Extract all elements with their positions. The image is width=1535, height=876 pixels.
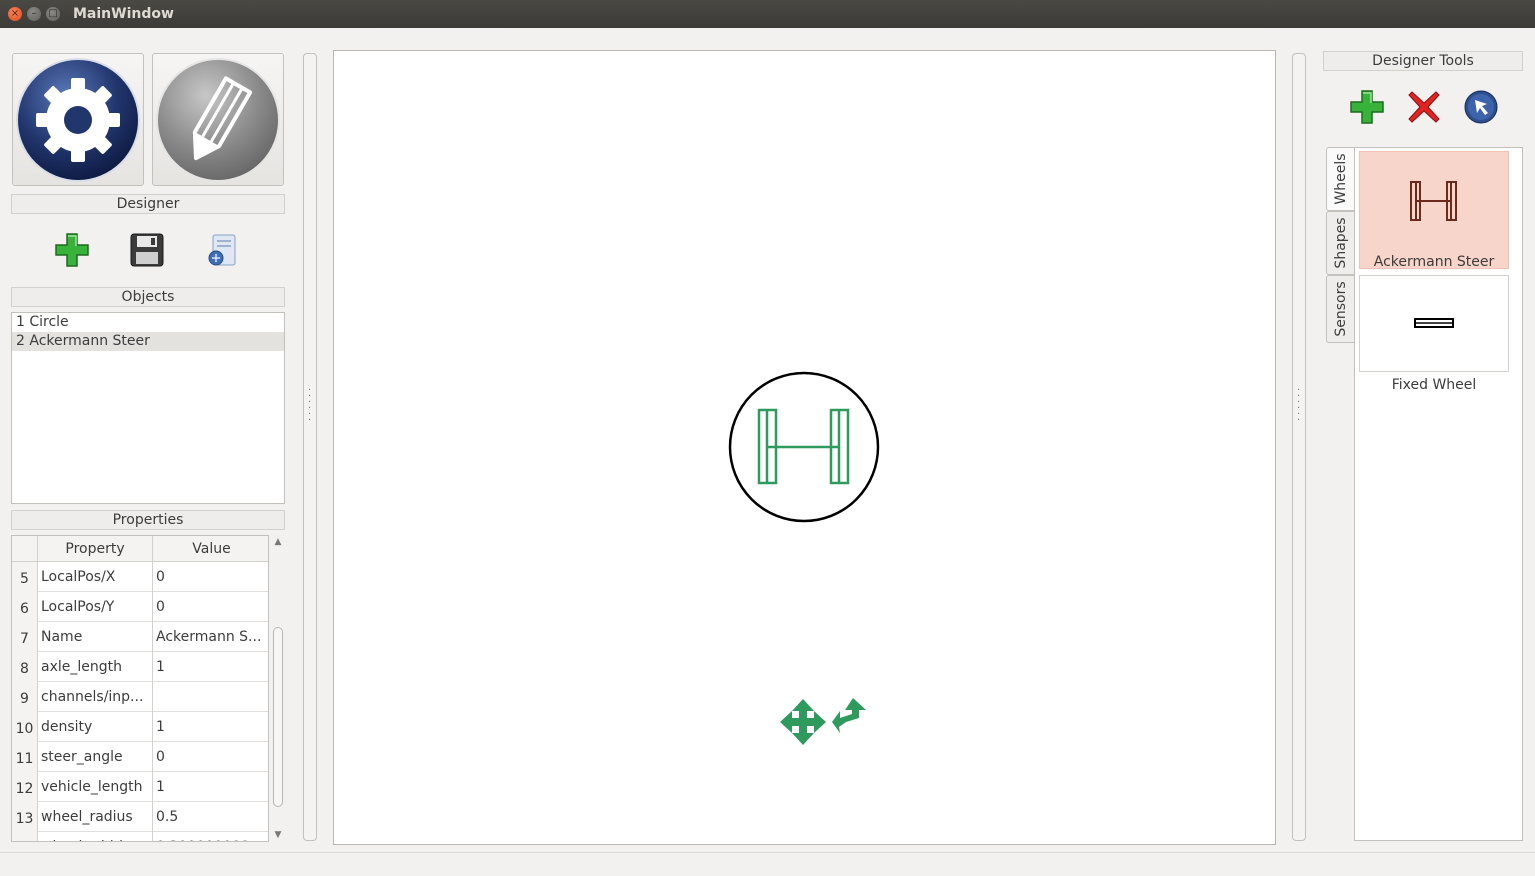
property-name: wheel_width	[38, 832, 153, 841]
fixed-wheel-icon	[1414, 318, 1454, 328]
add-object-button[interactable]	[54, 232, 90, 268]
property-value[interactable]: 0.5	[153, 802, 268, 832]
scrollbar-thumb[interactable]	[273, 627, 283, 807]
table-row[interactable]: 6 LocalPos/Y 0	[12, 592, 268, 622]
title-bar: × – □ MainWindow	[0, 0, 1535, 28]
row-number: 14	[12, 832, 38, 841]
maximize-window-button[interactable]: □	[46, 7, 60, 21]
property-value[interactable]: 0	[153, 562, 268, 592]
property-value[interactable]: 1	[153, 712, 268, 742]
property-name: axle_length	[38, 652, 153, 682]
ackermann-steer-icon	[1410, 181, 1457, 221]
objects-list[interactable]: 1 Circle 2 Ackermann Steer	[11, 312, 285, 504]
status-bar	[0, 852, 1535, 876]
property-name: density	[38, 712, 153, 742]
property-name: wheel_radius	[38, 802, 153, 832]
tab-wheels[interactable]: Wheels	[1326, 147, 1354, 211]
table-row[interactable]: 5 LocalPos/X 0	[12, 562, 268, 592]
property-name: steer_angle	[38, 742, 153, 772]
tool-label: Fixed Wheel	[1391, 377, 1477, 393]
left-splitter-handle[interactable]	[303, 53, 317, 841]
property-name: channels/inp...	[38, 682, 153, 712]
designer-section-title: Designer	[11, 194, 285, 214]
table-row[interactable]: 13 wheel_radius 0.5	[12, 802, 268, 832]
move-handle-icon[interactable]	[780, 699, 826, 745]
delete-tool-button[interactable]	[1406, 89, 1442, 125]
row-number: 7	[12, 622, 38, 652]
row-number: 9	[12, 682, 38, 712]
table-header: Property Value	[12, 536, 268, 562]
design-canvas[interactable]	[333, 50, 1276, 845]
scroll-down-icon[interactable]: ▼	[271, 828, 285, 842]
row-number: 8	[12, 652, 38, 682]
tab-sensors[interactable]: Sensors	[1326, 275, 1354, 343]
table-row[interactable]: 9 channels/inp...	[12, 682, 268, 712]
settings-mode-button[interactable]	[12, 53, 144, 186]
column-header-property[interactable]: Property	[38, 536, 153, 562]
table-row[interactable]: 12 vehicle_length 1	[12, 772, 268, 802]
floppy-disk-icon	[130, 233, 164, 267]
tab-wheels-label: Wheels	[1332, 153, 1349, 205]
table-row[interactable]: 7 Name Ackermann S...	[12, 622, 268, 652]
cursor-arrow-icon	[1464, 90, 1498, 124]
column-header-value[interactable]: Value	[153, 536, 268, 562]
property-value[interactable]: 0	[153, 592, 268, 622]
row-number: 11	[12, 742, 38, 772]
property-value[interactable]: 0	[153, 742, 268, 772]
scroll-up-icon[interactable]: ▲	[271, 535, 285, 549]
export-icon	[208, 234, 236, 266]
table-row[interactable]: 11 steer_angle 0	[12, 742, 268, 772]
property-name: LocalPos/X	[38, 562, 153, 592]
table-row[interactable]: 14 wheel_width 0.200000000	[12, 832, 268, 841]
add-tool-button[interactable]	[1349, 89, 1385, 125]
property-name: LocalPos/Y	[38, 592, 153, 622]
property-value[interactable]: 1	[153, 772, 268, 802]
red-x-icon	[1408, 91, 1440, 123]
property-value[interactable]	[153, 682, 268, 712]
property-name: vehicle_length	[38, 772, 153, 802]
row-number: 6	[12, 592, 38, 622]
window-title: MainWindow	[73, 6, 174, 22]
row-number: 5	[12, 562, 38, 592]
minimize-window-button[interactable]: –	[27, 7, 41, 21]
rotate-handle-icon[interactable]	[832, 698, 866, 733]
objects-section-title: Objects	[11, 287, 285, 307]
plus-icon	[55, 233, 89, 267]
designer-mode-button[interactable]	[152, 53, 284, 186]
canvas-scene	[728, 371, 880, 745]
row-number: 10	[12, 712, 38, 742]
export-button[interactable]	[204, 232, 240, 268]
row-number: 13	[12, 802, 38, 832]
close-window-button[interactable]: ×	[8, 7, 22, 21]
save-button[interactable]	[129, 232, 165, 268]
properties-section-title: Properties	[11, 510, 285, 530]
table-row[interactable]: 10 density 1	[12, 712, 268, 742]
tab-shapes[interactable]: Shapes	[1326, 211, 1354, 275]
list-item-selected[interactable]: 2 Ackermann Steer	[12, 332, 284, 351]
splitter-grip-icon: · · · · · ·	[1297, 385, 1301, 426]
list-item[interactable]: 1 Circle	[12, 313, 284, 332]
pencil-icon	[156, 58, 280, 182]
plus-icon	[1350, 90, 1384, 124]
property-value[interactable]: Ackermann S...	[153, 622, 268, 652]
fixed-wheel-tool[interactable]	[1359, 275, 1509, 372]
designer-tools-title: Designer Tools	[1323, 51, 1523, 71]
tab-sensors-label: Sensors	[1332, 281, 1349, 337]
property-name: Name	[38, 622, 153, 652]
table-row[interactable]: 8 axle_length 1	[12, 652, 268, 682]
properties-scrollbar[interactable]: ▲ ▼	[271, 535, 285, 842]
properties-table[interactable]: Property Value 5 LocalPos/X 0 6 LocalPos…	[11, 535, 269, 842]
row-number-header	[12, 536, 38, 562]
tool-label: Ackermann Steer	[1373, 254, 1495, 270]
row-number: 12	[12, 772, 38, 802]
select-tool-button[interactable]	[1463, 89, 1499, 125]
gear-icon	[16, 58, 140, 182]
tab-shapes-label: Shapes	[1332, 217, 1349, 269]
property-value[interactable]: 0.200000000	[153, 832, 268, 841]
right-splitter-handle[interactable]	[1292, 53, 1306, 841]
splitter-grip-icon: · · · · · ·	[308, 385, 312, 426]
property-value[interactable]: 1	[153, 652, 268, 682]
ackermann-steer-shape[interactable]	[757, 408, 850, 485]
